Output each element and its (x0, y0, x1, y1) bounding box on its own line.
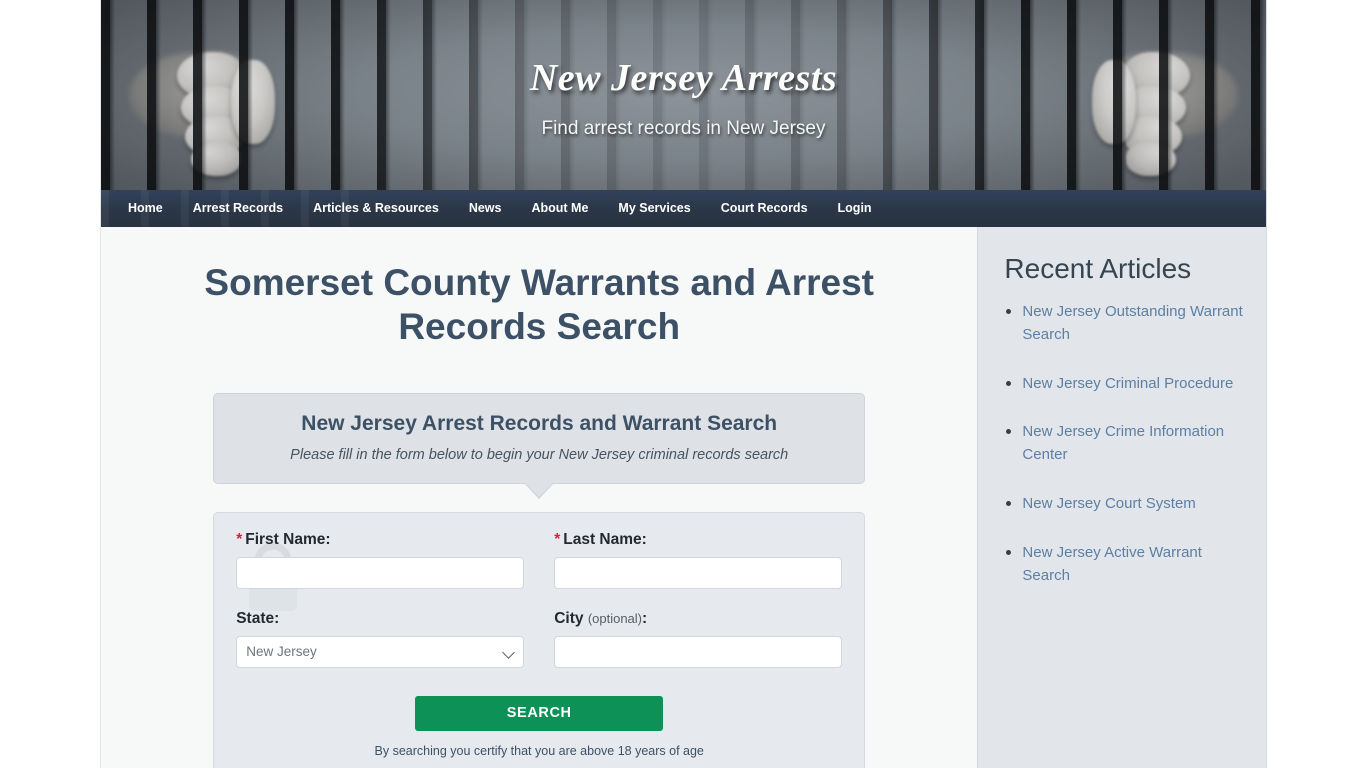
list-item: New Jersey Criminal Procedure (1004, 373, 1244, 396)
form-row-spacer (236, 589, 842, 610)
form-row-location: State: New Jersey City (optional): (236, 609, 843, 668)
city-label-colon: : (642, 609, 648, 627)
form-row-names: * First Name: * Last Name: (236, 531, 843, 589)
nav-item-arrest-records[interactable]: Arrest Records (178, 190, 298, 227)
sidebar-link-court-system[interactable]: New Jersey Court System (1022, 495, 1195, 512)
required-asterisk: * (554, 530, 561, 548)
sidebar: Recent Articles New Jersey Outstanding W… (977, 227, 1266, 768)
nav-item-court-records[interactable]: Court Records (706, 190, 823, 227)
last-name-label: * Last Name: (554, 531, 842, 549)
site-masthead: New Jersey Arrests Find arrest records i… (101, 0, 1266, 190)
age-disclaimer-text: By searching you certify that you are ab… (374, 743, 704, 758)
search-button[interactable]: SEARCH (415, 695, 664, 731)
city-label: City (optional): (554, 610, 842, 628)
list-item: New Jersey Crime Information Center (1004, 421, 1244, 467)
page-container: New Jersey Arrests Find arrest records i… (100, 0, 1267, 768)
state-select-wrapper: New Jersey (236, 635, 525, 668)
last-name-label-text: Last Name: (563, 530, 647, 548)
first-name-label: * First Name: (236, 531, 524, 549)
sidebar-heading: Recent Articles (1004, 253, 1192, 284)
nav-item-my-services[interactable]: My Services (603, 190, 705, 227)
last-name-group: * Last Name: (554, 531, 843, 589)
last-name-input[interactable] (554, 556, 843, 589)
sidebar-link-active-warrant-search[interactable]: New Jersey Active Warrant Search (1022, 544, 1202, 584)
search-callout-box: New Jersey Arrest Records and Warrant Se… (213, 392, 866, 499)
page-title: Somerset County Warrants and Arrest Reco… (204, 262, 874, 348)
callout-tail-fill (524, 481, 555, 497)
city-optional-note: (optional) (587, 610, 643, 626)
state-label: State: (236, 609, 280, 627)
callout-subtitle: Please fill in the form below to begin y… (290, 446, 789, 463)
first-name-group: * First Name: (236, 531, 525, 589)
search-form-panel: * First Name: * Last Name: State: New Je… (213, 511, 866, 768)
nav-item-news[interactable]: News (454, 190, 517, 227)
nav-item-about-me[interactable]: About Me (516, 190, 603, 227)
main-content: Somerset County Warrants and Arrest Reco… (101, 227, 978, 768)
state-group: State: New Jersey (236, 609, 525, 668)
callout-title: New Jersey Arrest Records and Warrant Se… (301, 411, 778, 435)
list-item: New Jersey Court System (1004, 493, 1244, 516)
site-tagline: Find arrest records in New Jersey (541, 118, 826, 139)
list-item: New Jersey Active Warrant Search (1004, 542, 1244, 588)
recent-articles-list: New Jersey Outstanding Warrant Search Ne… (1004, 301, 1244, 587)
city-label-text: City (554, 609, 584, 627)
required-asterisk: * (236, 530, 243, 548)
state-select[interactable]: New Jersey (236, 635, 525, 668)
first-name-input[interactable] (236, 556, 525, 589)
main-navigation: Home Arrest Records Articles & Resources… (101, 190, 1266, 227)
city-group: City (optional): (554, 610, 843, 668)
body-wrapper: Somerset County Warrants and Arrest Reco… (101, 227, 1266, 768)
sidebar-link-criminal-procedure[interactable]: New Jersey Criminal Procedure (1022, 375, 1233, 392)
nav-item-login[interactable]: Login (823, 190, 887, 227)
nav-item-home[interactable]: Home (113, 190, 178, 227)
first-name-label-text: First Name: (245, 530, 331, 548)
sidebar-link-outstanding-warrant-search[interactable]: New Jersey Outstanding Warrant Search (1022, 303, 1242, 343)
sidebar-link-crime-information-center[interactable]: New Jersey Crime Information Center (1022, 423, 1224, 463)
nav-item-articles-resources[interactable]: Articles & Resources (298, 190, 454, 227)
site-title: New Jersey Arrests (529, 57, 838, 99)
list-item: New Jersey Outstanding Warrant Search (1004, 301, 1244, 347)
city-input[interactable] (554, 635, 843, 668)
